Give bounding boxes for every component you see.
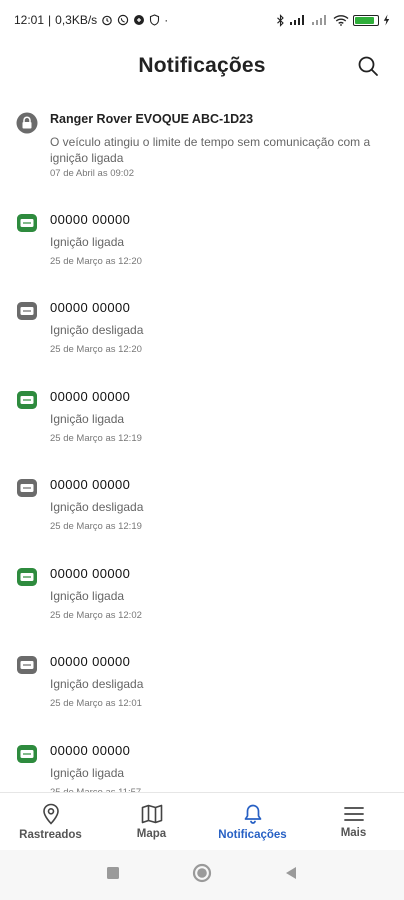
signal-icon — [289, 14, 307, 26]
ignition-on-icon — [17, 391, 37, 409]
search-button[interactable] — [348, 46, 388, 86]
notification-time: 07 de Abril as 09:02 — [50, 168, 134, 179]
circle-icon — [192, 863, 212, 882]
notification-description: Ignição ligada — [50, 589, 125, 603]
nav-label-mapa: Mapa — [136, 827, 167, 840]
network-speed: 0,3KB/s — [55, 13, 98, 27]
nav-label-notificacoes: Notificações — [218, 828, 287, 841]
battery-icon — [353, 14, 379, 26]
notification-item[interactable]: Ranger Rover EVOQUE ABC-1D23 O veículo at… — [0, 100, 404, 200]
notification-time: 25 de Março as 12:02 — [50, 610, 142, 621]
ignition-off-icon — [17, 656, 37, 674]
nav-item-mais[interactable]: Mais — [303, 793, 404, 850]
notification-time: 25 de Março as 12:20 — [50, 344, 142, 355]
app-header: Notificações — [0, 40, 404, 92]
square-icon — [107, 866, 119, 879]
wifi-icon — [333, 14, 349, 26]
notification-title: 00000 00000 — [50, 743, 131, 758]
menu-icon — [343, 806, 364, 821]
back-button[interactable] — [284, 866, 298, 885]
search-icon — [358, 56, 378, 76]
bell-icon — [244, 804, 261, 824]
page-title: Notificações — [138, 54, 266, 77]
notification-time: 25 de Março as 12:19 — [50, 433, 142, 444]
battery-level — [355, 16, 374, 24]
notification-title: 00000 00000 — [50, 477, 131, 492]
whatsapp-icon — [117, 14, 129, 26]
notification-item[interactable]: 00000 00000 Ignição ligada 25 de Março as … — [0, 377, 404, 465]
map-icon — [141, 804, 162, 823]
notification-title: 00000 00000 — [50, 389, 131, 404]
notification-item[interactable]: 00000 00000 Ignição desligada 25 de Março … — [0, 288, 404, 377]
shield-icon — [149, 14, 160, 26]
back-triangle-icon — [286, 866, 296, 879]
notification-description: Ignição ligada — [50, 766, 125, 780]
location-pin-icon — [42, 803, 59, 825]
ignition-on-icon — [17, 745, 37, 763]
notification-item[interactable]: 00000 00000 Ignição ligada 25 de Março as … — [0, 200, 404, 288]
notification-description: Ignição desligada — [50, 677, 144, 691]
notification-title: 00000 00000 — [50, 300, 131, 315]
nav-item-notificacoes[interactable]: Notificações — [202, 793, 303, 850]
notification-time: 25 de Março as 12:19 — [50, 521, 142, 532]
ignition-on-icon — [17, 568, 37, 586]
status-separator: | — [48, 13, 52, 27]
ignition-on-icon — [17, 214, 37, 232]
alarm-icon — [101, 14, 113, 26]
nav-label-mais: Mais — [340, 826, 367, 839]
bottom-nav: Rastreados Mapa Notificações Mais — [0, 792, 404, 850]
ignition-off-icon — [17, 479, 37, 497]
notification-time: 25 de Março as 12:01 — [50, 698, 142, 709]
status-left: 12:01 | 0,3KB/s · — [14, 13, 168, 27]
notification-description: Ignição desligada — [50, 500, 144, 514]
home-button[interactable] — [192, 863, 212, 888]
notification-description: Ignição ligada — [50, 412, 125, 426]
system-nav-bar — [0, 850, 404, 900]
nav-label-rastreados: Rastreados — [19, 828, 82, 841]
notification-title: 00000 00000 — [50, 212, 131, 227]
notification-item[interactable]: 00000 00000 Ignição desligada 25 de Março … — [0, 642, 404, 731]
notification-title: Ranger Rover EVOQUE ABC-1D23 — [50, 112, 254, 126]
notification-item[interactable]: 00000 00000 Ignição ligada 25 de Março as … — [0, 554, 404, 642]
charging-icon — [383, 14, 390, 26]
ignition-off-icon — [17, 302, 37, 320]
notification-title: 00000 00000 — [50, 566, 131, 581]
status-time: 12:01 — [14, 13, 45, 27]
notification-list[interactable]: Ranger Rover EVOQUE ABC-1D23 O veículo at… — [0, 100, 404, 792]
notification-item[interactable]: 00000 00000Ignição ligada25 de Março as … — [0, 731, 404, 792]
nav-item-rastreados[interactable]: Rastreados — [0, 793, 101, 850]
lock-icon — [16, 112, 38, 134]
notification-description: Ignição ligada — [50, 235, 125, 249]
app-notification-icon — [133, 14, 145, 26]
signal-secondary-icon — [311, 14, 329, 26]
status-right — [276, 13, 390, 27]
recent-apps-button[interactable] — [106, 866, 120, 885]
notification-description: O veículo atingiu o limite de tempo sem … — [50, 135, 371, 165]
notification-title: 00000 00000 — [50, 654, 131, 669]
bluetooth-icon — [276, 13, 285, 27]
notification-description: Ignição desligada — [50, 323, 144, 337]
nav-item-mapa[interactable]: Mapa — [101, 793, 202, 850]
status-bar: 12:01 | 0,3KB/s · — [0, 0, 404, 40]
status-dot: · — [164, 13, 169, 27]
notification-time: 25 de Março as 12:20 — [50, 256, 142, 267]
notification-item[interactable]: 00000 00000 Ignição desligada 25 de Março … — [0, 465, 404, 554]
